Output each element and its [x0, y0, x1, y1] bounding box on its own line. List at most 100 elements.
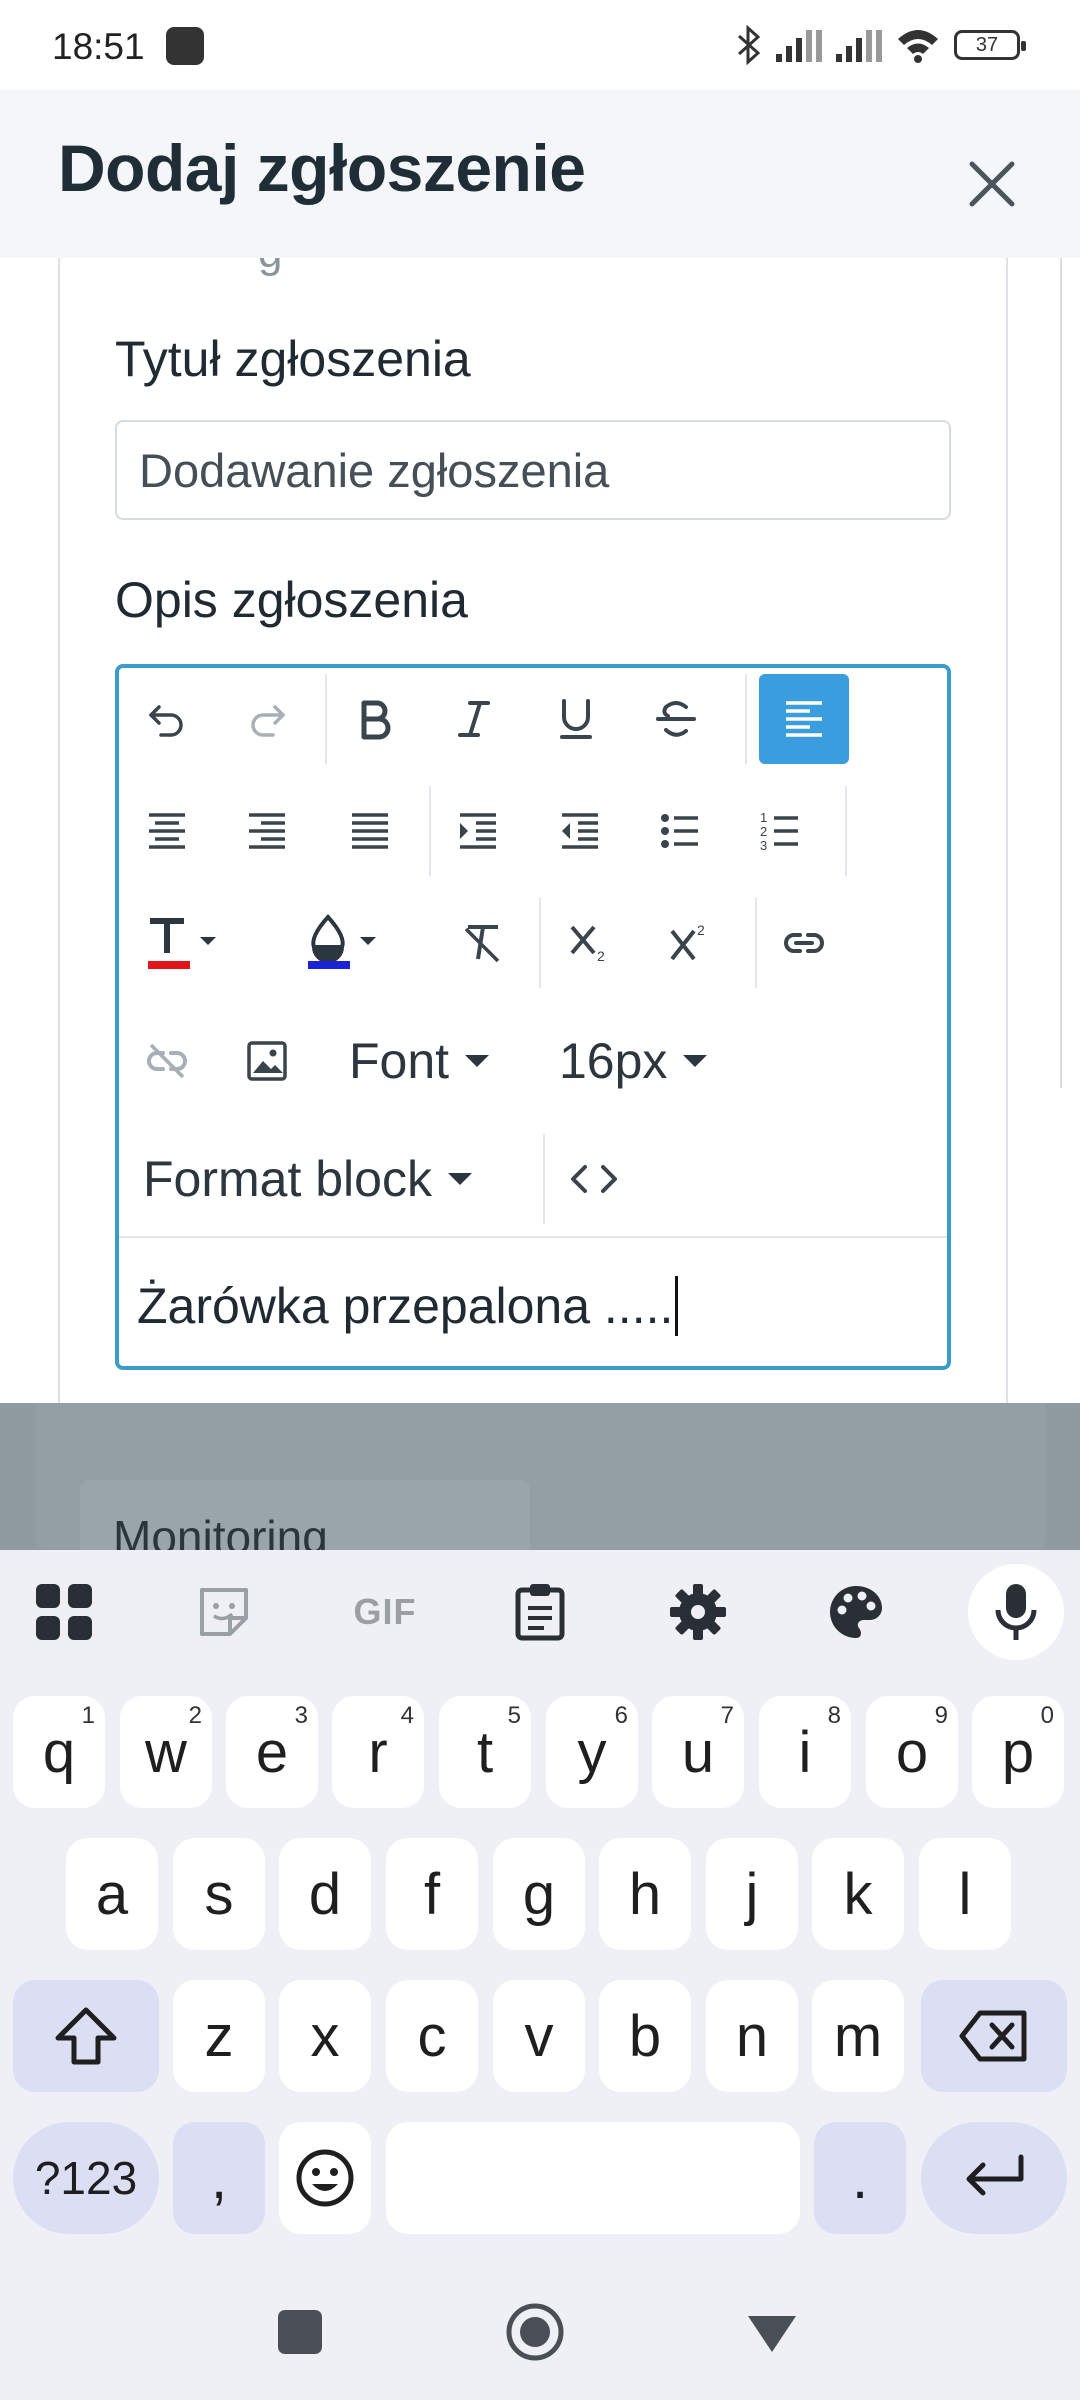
- bold-button[interactable]: [329, 674, 419, 764]
- key-z[interactable]: z: [173, 1980, 265, 2092]
- toolbar-separator: [755, 898, 757, 988]
- bullet-list-button[interactable]: [635, 786, 725, 876]
- symbols-key[interactable]: ?123: [13, 2122, 159, 2234]
- superscript-button[interactable]: 2: [645, 898, 735, 988]
- align-left-icon: [786, 701, 822, 737]
- clipboard-button[interactable]: [500, 1572, 580, 1652]
- key-j[interactable]: j: [706, 1838, 798, 1950]
- bullet-list-icon: [661, 814, 698, 848]
- align-left-button[interactable]: [759, 674, 849, 764]
- home-button[interactable]: [505, 2302, 565, 2362]
- align-right-button[interactable]: [222, 786, 312, 876]
- rich-text-editor[interactable]: 123 2 2 Font 16px Format block Żarówka p…: [115, 664, 951, 1370]
- key-r[interactable]: r4: [332, 1696, 424, 1808]
- key-x[interactable]: x: [279, 1980, 371, 2092]
- scrollbar[interactable]: [1060, 258, 1068, 1088]
- backspace-icon: [959, 2010, 1027, 2062]
- redo-icon: [251, 705, 285, 737]
- recent-apps-button[interactable]: [278, 2310, 322, 2354]
- key-w[interactable]: w2: [120, 1696, 212, 1808]
- description-field-label: Opis zgłoszenia: [115, 572, 468, 628]
- key-s[interactable]: s: [173, 1838, 265, 1950]
- home-icon: [506, 2303, 564, 2361]
- key-b[interactable]: b: [599, 1980, 691, 2092]
- key-p[interactable]: p0: [972, 1696, 1064, 1808]
- link-button[interactable]: [759, 898, 849, 988]
- comma-key[interactable]: ,: [173, 2122, 265, 2234]
- close-button[interactable]: [962, 154, 1022, 214]
- cut-off-label: g: [258, 258, 282, 278]
- key-v[interactable]: v: [493, 1980, 585, 2092]
- key-i[interactable]: i8: [759, 1696, 851, 1808]
- enter-key[interactable]: [921, 2122, 1067, 2234]
- clear-format-button[interactable]: [437, 898, 527, 988]
- italic-button[interactable]: [429, 674, 519, 764]
- outdent-button[interactable]: [535, 786, 625, 876]
- key-m[interactable]: m: [812, 1980, 904, 2092]
- key-t[interactable]: t5: [439, 1696, 531, 1808]
- key-e[interactable]: e3: [226, 1696, 318, 1808]
- key-c[interactable]: c: [386, 1980, 478, 2092]
- clear-format-icon: [464, 925, 500, 963]
- key-n[interactable]: n: [706, 1980, 798, 2092]
- image-button[interactable]: [222, 1016, 312, 1106]
- svg-text:3: 3: [760, 838, 767, 853]
- shift-icon: [55, 2007, 117, 2065]
- align-center-button[interactable]: [122, 786, 212, 876]
- bold-icon: [361, 700, 391, 740]
- key-o[interactable]: o9: [866, 1696, 958, 1808]
- subscript-icon: 2: [570, 925, 605, 964]
- apps-grid-icon: [36, 1584, 92, 1640]
- key-h[interactable]: h: [599, 1838, 691, 1950]
- clipboard-icon: [515, 1584, 565, 1641]
- redo-button[interactable]: [222, 674, 312, 764]
- apps-button[interactable]: [24, 1572, 104, 1652]
- editor-content-area[interactable]: Żarówka przepalona .....: [137, 1276, 679, 1336]
- key-d[interactable]: d: [279, 1838, 371, 1950]
- text-color-button[interactable]: [129, 898, 249, 988]
- svg-text:2: 2: [760, 824, 767, 839]
- emoji-key[interactable]: [279, 2122, 371, 2234]
- navigation-bar: [0, 2280, 1080, 2400]
- microphone-icon: [995, 1584, 1037, 1640]
- modal-title: Dodaj zgłoszenie: [58, 131, 586, 205]
- strikethrough-button[interactable]: [631, 674, 721, 764]
- toolbar-separator: [539, 898, 541, 988]
- shift-key[interactable]: [13, 1980, 159, 2092]
- editor-divider: [119, 1236, 947, 1238]
- period-key[interactable]: .: [814, 2122, 906, 2234]
- key-y[interactable]: y6: [546, 1696, 638, 1808]
- code-view-button[interactable]: [549, 1134, 639, 1224]
- format-block-dropdown[interactable]: Format block: [143, 1134, 472, 1224]
- keyboard-toolbar: GIF: [0, 1550, 1080, 1670]
- key-g[interactable]: g: [493, 1838, 585, 1950]
- unlink-button[interactable]: [122, 1016, 212, 1106]
- align-justify-button[interactable]: [325, 786, 415, 876]
- space-key[interactable]: [386, 2122, 800, 2234]
- key-q[interactable]: q1: [13, 1696, 105, 1808]
- font-dropdown[interactable]: Font: [349, 1016, 490, 1106]
- back-button[interactable]: [744, 2312, 800, 2356]
- backspace-key[interactable]: [921, 1980, 1067, 2092]
- key-k[interactable]: k: [812, 1838, 904, 1950]
- key-f[interactable]: f: [386, 1838, 478, 1950]
- underline-button[interactable]: [531, 674, 621, 764]
- key-l[interactable]: l: [919, 1838, 1011, 1950]
- undo-button[interactable]: [122, 674, 212, 764]
- title-input[interactable]: Dodawanie zgłoszenia: [115, 420, 951, 520]
- settings-button[interactable]: [658, 1572, 738, 1652]
- sticker-button[interactable]: [184, 1572, 264, 1652]
- numbered-list-button[interactable]: 123: [735, 786, 825, 876]
- indent-button[interactable]: [433, 786, 523, 876]
- voice-input-button[interactable]: [968, 1564, 1064, 1660]
- key-a[interactable]: a: [66, 1838, 158, 1950]
- text-color-icon: [148, 918, 216, 969]
- modal-body[interactable]: g Tytuł zgłoszenia Dodawanie zgłoszenia …: [0, 258, 1080, 1403]
- gif-button[interactable]: GIF: [340, 1572, 430, 1652]
- font-size-dropdown[interactable]: 16px: [559, 1016, 708, 1106]
- toolbar-separator: [325, 674, 327, 764]
- highlight-color-button[interactable]: [289, 898, 409, 988]
- theme-button[interactable]: [816, 1572, 896, 1652]
- subscript-button[interactable]: 2: [545, 898, 635, 988]
- key-u[interactable]: u7: [652, 1696, 744, 1808]
